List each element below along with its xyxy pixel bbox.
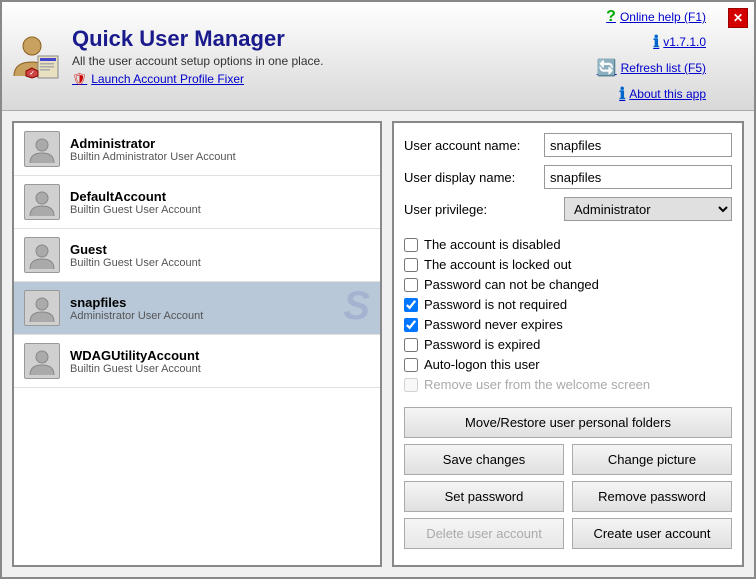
titlebar-text: Quick User Manager All the user account … [72, 26, 597, 86]
app-subtitle: All the user account setup options in on… [72, 54, 597, 68]
launch-icon: 🛡 [72, 72, 87, 86]
checkbox-input[interactable] [404, 318, 418, 332]
display-name-label: User display name: [404, 170, 544, 185]
user-list-item[interactable]: AdministratorBuiltin Administrator User … [14, 123, 380, 176]
app-title: Quick User Manager [72, 26, 597, 52]
checkbox-input[interactable] [404, 258, 418, 272]
user-name: Administrator [70, 136, 236, 151]
user-name: snapfiles [70, 295, 203, 310]
avatar [24, 184, 60, 220]
close-button[interactable]: ✕ [728, 8, 748, 28]
set-password-button[interactable]: Set password [404, 481, 564, 512]
version-link[interactable]: ℹ v1.7.1.0 [653, 32, 706, 52]
checkbox-input[interactable] [404, 358, 418, 372]
user-name: Guest [70, 242, 201, 257]
checkbox-label: Auto-logon this user [424, 357, 540, 372]
user-desc: Builtin Guest User Account [70, 257, 201, 269]
display-name-row: User display name: [404, 165, 732, 189]
main-content: AdministratorBuiltin Administrator User … [2, 111, 754, 577]
user-desc: Builtin Administrator User Account [70, 151, 236, 163]
checkbox-row: Password is not required [404, 297, 732, 312]
row-password: Set password Remove password [404, 481, 732, 512]
avatar [24, 290, 60, 326]
checkbox-input[interactable] [404, 278, 418, 292]
refresh-icon: 🔄 [597, 58, 617, 78]
checkbox-label: Password is not required [424, 297, 567, 312]
user-desc: Builtin Guest User Account [70, 363, 201, 375]
change-picture-button[interactable]: Change picture [572, 444, 732, 475]
main-window: ✓ Quick User Manager All the user accoun… [0, 0, 756, 579]
checkbox-input[interactable] [404, 298, 418, 312]
user-list-item[interactable]: GuestBuiltin Guest User Account [14, 229, 380, 282]
online-help-link[interactable]: ? Online help (F1) [606, 8, 706, 26]
checkboxes-section: The account is disabled The account is lo… [404, 237, 732, 397]
avatar [24, 237, 60, 273]
account-name-label: User account name: [404, 138, 544, 153]
account-name-input[interactable] [544, 133, 732, 157]
create-account-button[interactable]: Create user account [572, 518, 732, 549]
user-list-item[interactable]: DefaultAccountBuiltin Guest User Account [14, 176, 380, 229]
checkbox-input[interactable] [404, 378, 418, 392]
avatar [24, 131, 60, 167]
user-list-panel: AdministratorBuiltin Administrator User … [12, 121, 382, 567]
row-account: Delete user account Create user account [404, 518, 732, 549]
user-list-item[interactable]: snapfilesAdministrator User AccountS [14, 282, 380, 335]
user-list-item[interactable]: WDAGUtilityAccountBuiltin Guest User Acc… [14, 335, 380, 388]
info-icon-version: ℹ [653, 32, 659, 52]
save-changes-button[interactable]: Save changes [404, 444, 564, 475]
row-save-change: Save changes Change picture [404, 444, 732, 475]
svg-text:✓: ✓ [29, 71, 34, 77]
checkbox-row: Password can not be changed [404, 277, 732, 292]
buttons-section: Move/Restore user personal folders Save … [404, 407, 732, 555]
privilege-label: User privilege: [404, 202, 564, 217]
titlebar-links: ? Online help (F1) ℹ v1.7.1.0 🔄 Refresh … [597, 8, 706, 104]
checkbox-label: Password is expired [424, 337, 540, 352]
checkbox-row: The account is locked out [404, 257, 732, 272]
titlebar: ✓ Quick User Manager All the user accoun… [2, 2, 754, 111]
remove-password-button[interactable]: Remove password [572, 481, 732, 512]
app-icon: ✓ [10, 30, 62, 82]
user-name: DefaultAccount [70, 189, 201, 204]
user-desc: Builtin Guest User Account [70, 204, 201, 216]
checkbox-input[interactable] [404, 238, 418, 252]
checkbox-label: Password never expires [424, 317, 563, 332]
user-info: snapfilesAdministrator User Account [70, 295, 203, 322]
display-name-input[interactable] [544, 165, 732, 189]
checkbox-row: Password is expired [404, 337, 732, 352]
user-desc: Administrator User Account [70, 310, 203, 322]
user-info: DefaultAccountBuiltin Guest User Account [70, 189, 201, 216]
refresh-link[interactable]: 🔄 Refresh list (F5) [597, 58, 706, 78]
user-info: WDAGUtilityAccountBuiltin Guest User Acc… [70, 348, 201, 375]
privilege-select[interactable]: Administrator Standard Guest [564, 197, 732, 221]
checkbox-input[interactable] [404, 338, 418, 352]
info-icon-about: ℹ [619, 84, 625, 104]
checkbox-label: Password can not be changed [424, 277, 599, 292]
account-name-row: User account name: [404, 133, 732, 157]
user-info: GuestBuiltin Guest User Account [70, 242, 201, 269]
help-icon: ? [606, 8, 616, 26]
checkbox-label: The account is locked out [424, 257, 571, 272]
avatar [24, 343, 60, 379]
about-link[interactable]: ℹ About this app [619, 84, 706, 104]
checkbox-row: Remove user from the welcome screen [404, 377, 732, 392]
checkbox-row: Password never expires [404, 317, 732, 332]
privilege-row: User privilege: Administrator Standard G… [404, 197, 732, 221]
checkbox-row: The account is disabled [404, 237, 732, 252]
user-detail-panel: User account name: User display name: Us… [392, 121, 744, 567]
checkbox-label: The account is disabled [424, 237, 561, 252]
move-restore-button[interactable]: Move/Restore user personal folders [404, 407, 732, 438]
checkbox-label: Remove user from the welcome screen [424, 377, 650, 392]
checkbox-row: Auto-logon this user [404, 357, 732, 372]
launch-link[interactable]: 🛡 Launch Account Profile Fixer [72, 72, 597, 86]
user-info: AdministratorBuiltin Administrator User … [70, 136, 236, 163]
delete-account-button[interactable]: Delete user account [404, 518, 564, 549]
user-name: WDAGUtilityAccount [70, 348, 201, 363]
